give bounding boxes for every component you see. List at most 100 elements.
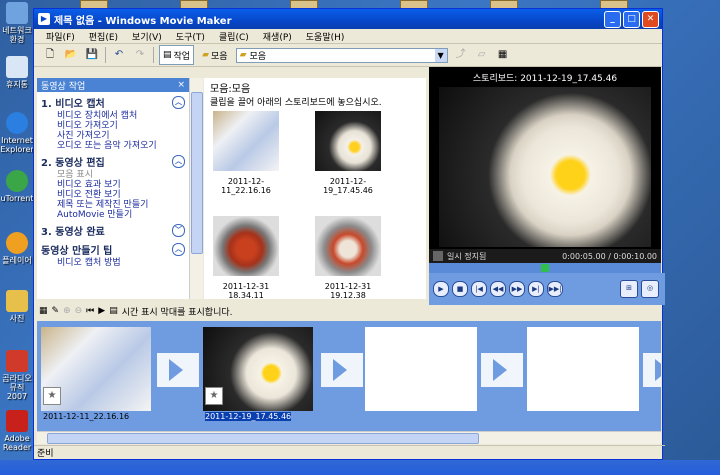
view-options-icon[interactable]: ▦ [495,47,511,63]
close-pane-icon[interactable]: × [177,80,185,90]
collapse-icon[interactable]: ︿ [172,155,185,168]
previous-frame-icon[interactable]: |◀ [471,281,487,297]
collection-select[interactable]: ▰ 모음 ▼ [235,47,448,63]
tasks-icon: ▤ [163,50,172,60]
tasks-button[interactable]: ▤ 작업 [159,45,195,65]
clip-name: 2011-12-19_17.45.46 [323,177,373,195]
transition-slot[interactable] [643,353,661,387]
collapse-icon[interactable]: ︿ [172,96,185,109]
menu-play[interactable]: 재생(P) [263,30,292,43]
storyboard-icon[interactable]: ▦ [39,306,48,316]
task-view-transitions[interactable]: 비디오 전환 보기 [37,190,189,200]
rewind-storyboard-icon[interactable]: ⏮ [86,306,94,316]
collections-button[interactable]: ▰ 모음 [199,46,230,64]
task-view-effects[interactable]: 비디오 효과 보기 [37,180,189,190]
scroll-thumb[interactable] [47,433,479,444]
task-import-pictures[interactable]: 사진 가져오기 [37,131,189,141]
zoom-out-icon[interactable]: ⊖ [75,306,83,316]
app-icon: ▶ [38,13,50,25]
new-project-icon[interactable]: 🗋 [42,47,58,63]
utorrent-icon [6,170,28,192]
play-storyboard-icon[interactable]: ▶ [98,306,105,316]
status-text: 준비 [37,449,54,459]
redo-icon[interactable]: ↷ [132,47,148,63]
desktop-icon-utorrent[interactable]: uTorrent [0,170,34,203]
seek-bar[interactable] [429,263,661,273]
timeline-toggle[interactable]: 시간 표시 막대를 표시합니다. [122,305,233,318]
task-import-audio[interactable]: 오디오 또는 음악 가져오기 [37,141,189,151]
scroll-thumb[interactable] [191,92,203,254]
collection-clip[interactable]: 2011-12-31 19.12.38 [308,216,388,299]
desktop-icon-photo[interactable]: 사진 [0,290,34,323]
menu-view[interactable]: 보기(V) [132,30,162,43]
seek-handle[interactable] [541,264,549,272]
menu-bar: 파일(F) 편집(E) 보기(V) 도구(T) 클립(C) 재생(P) 도움말(… [34,29,662,44]
maximize-button[interactable]: □ [623,10,640,28]
minimize-button[interactable]: _ [604,10,621,28]
player-icon [6,232,28,254]
save-icon[interactable]: 💾 [84,47,100,63]
split-clip-icon[interactable]: ⊞ [620,280,638,298]
title-bar[interactable]: ▶ 제목 없음 - Windows Movie Maker _ □ ✕ [34,9,662,29]
menu-help[interactable]: 도움말(H) [306,30,345,43]
next-clip-icon[interactable]: ▶▶| [547,281,563,297]
task-capture-device[interactable]: 비디오 장치에서 캡처 [37,111,189,121]
section-tips[interactable]: 동영상 만들기 팁 ︿ [37,239,189,258]
storyboard-scrollbar[interactable] [37,431,661,444]
movie-maker-window: ▶ 제목 없음 - Windows Movie Maker _ □ ✕ 파일(F… [33,8,665,460]
collection-clip[interactable]: 2011-12-11_22.16.16 [206,111,286,195]
stop-icon[interactable]: ■ [452,281,468,297]
menu-clip[interactable]: 클립(C) [219,30,249,43]
photo-icon [6,290,28,312]
storyboard-clip[interactable]: ★ [41,327,151,411]
collection-clip[interactable]: 2011-12-31 18.34.11 [206,216,286,299]
task-capture-tip[interactable]: 비디오 캡처 방법 [37,258,189,268]
desktop-icon-gom[interactable]: 곰라디오 뮤직 2007 [0,350,34,401]
zoom-in-icon[interactable]: ⊕ [63,306,71,316]
task-automovie[interactable]: AutoMovie 만들기 [37,210,189,220]
collection-pane: 모음:모음 클립을 끌어 아래의 스토리보드에 놓으십시오. 2011-12-1… [204,78,426,299]
up-folder-icon[interactable]: ⤴ [453,47,469,63]
adobe-reader-icon [6,410,28,432]
transition-slot[interactable] [321,353,363,387]
desktop-icon-network[interactable]: 네트워크 환경 [0,2,34,44]
storyboard-clip-label: 2011-12-11_22.16.16 [43,412,130,421]
collection-clip[interactable]: 2011-12-19_17.45.46 [308,111,388,195]
transition-slot[interactable] [157,353,199,387]
next-frame-icon[interactable]: ▶| [528,281,544,297]
desktop-icon-player[interactable]: 플레이어 [0,232,34,265]
fast-forward-icon[interactable]: ▶▶ [509,281,525,297]
video-effect-star-icon[interactable]: ★ [43,387,61,405]
narrate-icon[interactable]: ✎ [52,306,60,316]
section-edit[interactable]: 2. 동영상 편집 ︿ [37,151,189,170]
video-effect-star-icon[interactable]: ★ [205,387,223,405]
menu-edit[interactable]: 편집(E) [89,30,118,43]
task-import-video[interactable]: 비디오 가져오기 [37,121,189,131]
open-folder-icon[interactable]: 📂 [63,47,79,63]
snapshot-icon[interactable]: ◎ [641,280,659,298]
empty-clip-slot[interactable] [527,327,639,411]
storyboard-clip-selected[interactable]: ★ [203,327,313,411]
menu-file[interactable]: 파일(F) [46,30,75,43]
storyboard: ★ 2011-12-11_22.16.16 ★ 2011-12-19_17.45… [37,321,661,431]
undo-icon[interactable]: ↶ [111,47,127,63]
rewind-icon[interactable]: ◀◀ [490,281,506,297]
transition-slot[interactable] [481,353,523,387]
close-button[interactable]: ✕ [642,10,659,28]
collapse-icon[interactable]: ︿ [172,243,185,256]
timeline-toggle-icon[interactable]: ▤ [109,306,118,316]
task-make-titles[interactable]: 제목 또는 제작진 만들기 [37,200,189,210]
expand-icon[interactable]: ﹀ [172,224,185,237]
empty-clip-slot[interactable] [365,327,477,411]
section-finish[interactable]: 3. 동영상 완료 ﹀ [37,220,189,239]
desktop-icon-ie[interactable]: Internet Explorer [0,112,34,154]
new-folder-icon[interactable]: ▱ [474,47,490,63]
menu-tools[interactable]: 도구(T) [176,30,205,43]
tasks-pane-header: 동영상 작업 × [37,78,189,92]
desktop-icon-recycle-bin[interactable]: 휴지통 [0,56,34,89]
tasks-scrollbar[interactable] [189,78,203,299]
section-capture[interactable]: 1. 비디오 캡처 ︿ [37,92,189,111]
desktop-icon-adobe[interactable]: Adobe Reader [0,410,34,452]
play-icon[interactable]: ▶ [433,281,449,297]
taskbar [0,460,720,475]
